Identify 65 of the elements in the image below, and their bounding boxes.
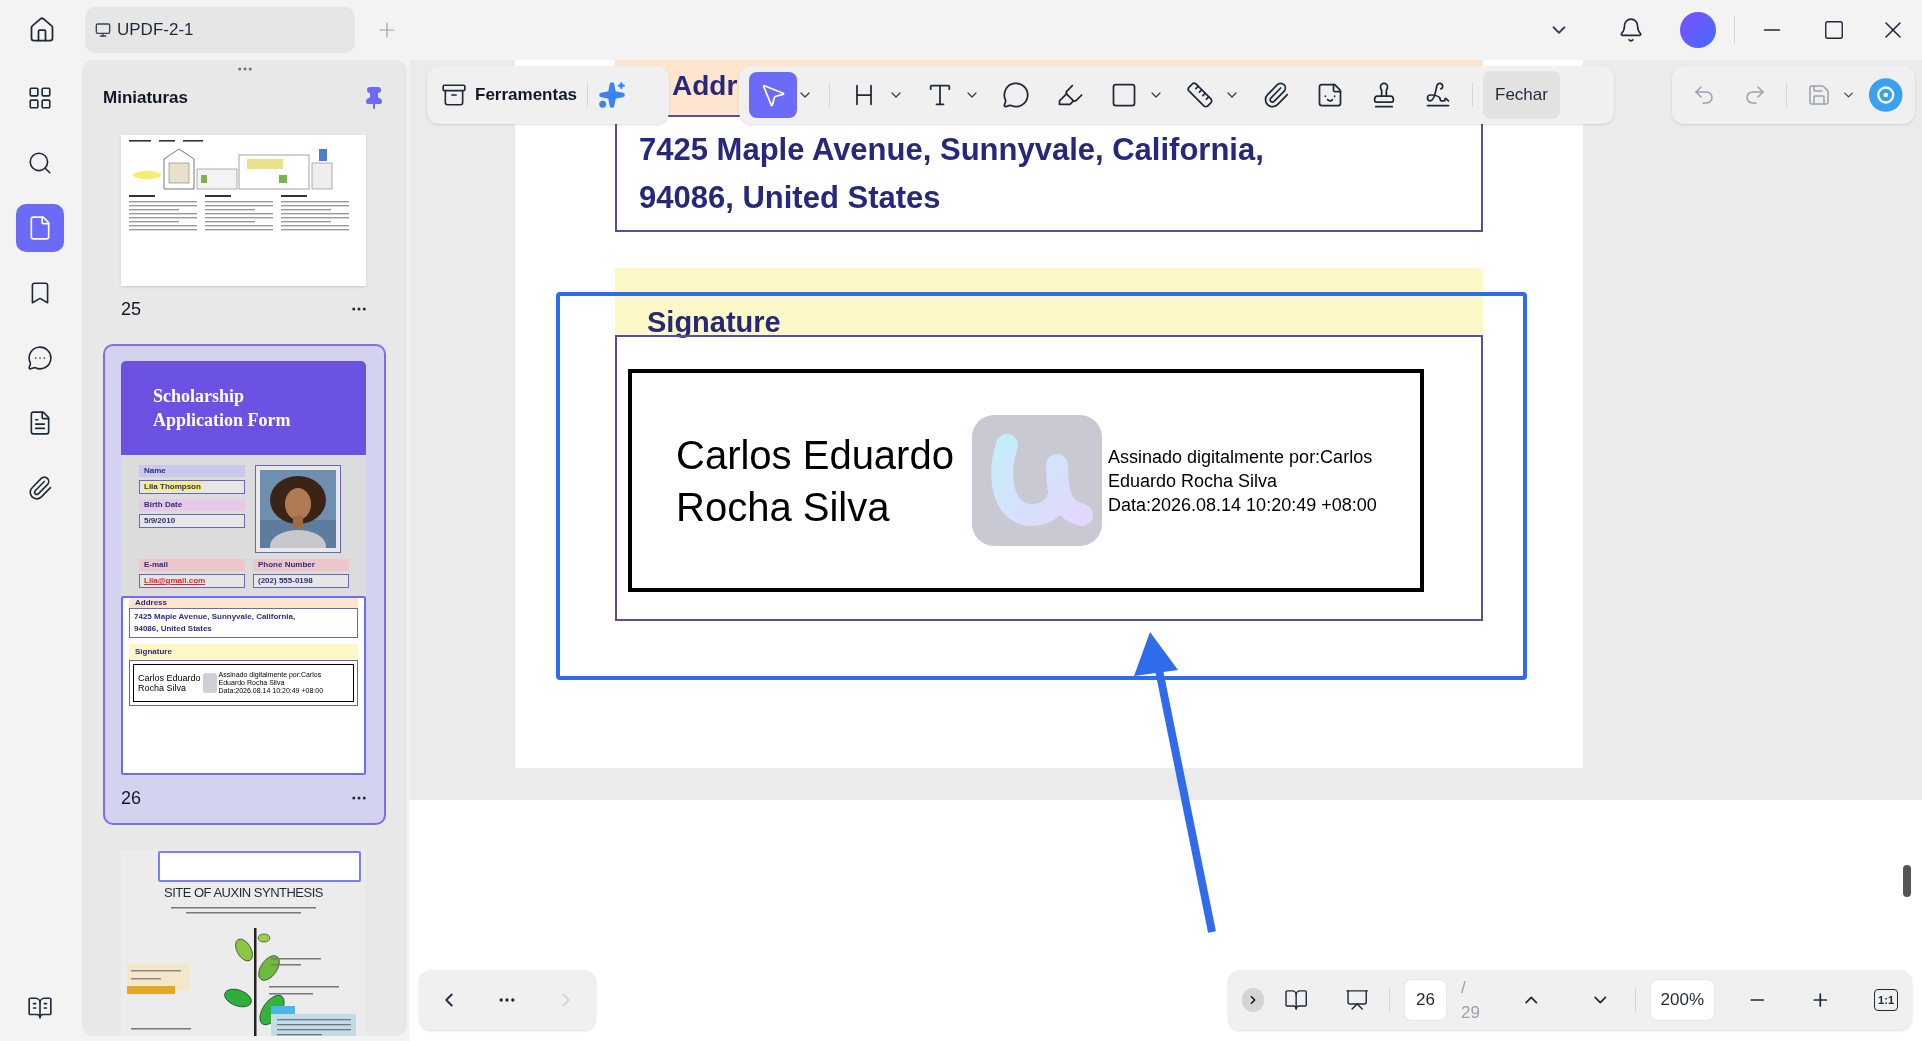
signature-icon bbox=[1424, 81, 1452, 109]
form-title: Scholarship bbox=[153, 385, 246, 408]
signature-logo-icon bbox=[202, 673, 217, 693]
ai-sparkle-icon[interactable] bbox=[598, 81, 627, 109]
thumbnail-title: SITE OF AUXIN SYNTHESIS bbox=[163, 884, 324, 902]
grid-icon bbox=[27, 85, 53, 111]
signer-name: Carlos Eduardo bbox=[676, 431, 955, 479]
book-icon[interactable] bbox=[27, 995, 53, 1021]
field-value: (202) 555-0198 bbox=[253, 574, 349, 588]
signature-details: Eduardo Rocha Silva bbox=[1108, 469, 1279, 493]
form-title: Application Form bbox=[153, 409, 292, 432]
address-text: 94086, United States bbox=[639, 178, 942, 217]
save-icon bbox=[1807, 83, 1831, 107]
signature-logo-icon bbox=[972, 415, 1102, 546]
home-icon[interactable] bbox=[28, 16, 56, 44]
page-number: 25 bbox=[121, 297, 142, 321]
zoom-field[interactable]: 200% bbox=[1649, 979, 1715, 1021]
address-text: 94086, United States bbox=[134, 623, 213, 635]
attachment-icon bbox=[1262, 81, 1290, 109]
signature-details: Assinado digitalmente por:Carlos bbox=[1108, 445, 1374, 469]
field-value: Lila Thompson bbox=[139, 480, 245, 494]
comment-icon bbox=[27, 345, 53, 371]
comment-icon bbox=[1002, 81, 1030, 109]
page-total: / 29 bbox=[1461, 976, 1481, 1024]
signature-details: Data:2026.08.14 10:20:49 +08:00 bbox=[1108, 493, 1377, 517]
close-tools-button[interactable]: Fechar bbox=[1483, 71, 1560, 119]
avatar[interactable] bbox=[1680, 12, 1716, 48]
field-value: 5/9/2010 bbox=[139, 514, 245, 528]
sticker-icon bbox=[1316, 81, 1344, 109]
address-text: 7425 Maple Avenue, Sunnyvale, California, bbox=[639, 130, 1265, 169]
field-label: Birth Date bbox=[139, 499, 245, 511]
maximize-icon[interactable] bbox=[1823, 19, 1845, 41]
ai-assistant-icon[interactable] bbox=[1867, 76, 1903, 114]
expand-button[interactable] bbox=[1242, 988, 1265, 1012]
field-label: Phone Number bbox=[253, 559, 349, 571]
field-label: Address bbox=[129, 598, 358, 608]
signer-name: Carlos Eduardo bbox=[138, 673, 201, 683]
reading-mode-icon[interactable] bbox=[1284, 987, 1309, 1013]
pointer-tool-button[interactable] bbox=[749, 72, 797, 118]
toolbox-icon bbox=[441, 82, 467, 108]
thumbnail-card[interactable] bbox=[103, 344, 386, 825]
field-label: E-mail bbox=[139, 559, 245, 571]
field-label: Name bbox=[139, 465, 245, 477]
rectangle-icon bbox=[1110, 81, 1138, 109]
field-label: Signature bbox=[129, 644, 358, 660]
presentation-icon[interactable] bbox=[1344, 987, 1369, 1013]
ruler-icon bbox=[1186, 81, 1214, 109]
notification-icon[interactable] bbox=[1618, 17, 1644, 43]
search-icon bbox=[27, 150, 53, 176]
page-number: 26 bbox=[121, 786, 142, 810]
paperclip-icon bbox=[27, 475, 53, 501]
tools-button[interactable]: Ferramentas bbox=[441, 82, 578, 108]
page-thumbnail[interactable]: SITE OF AUXIN SYNTHESIS bbox=[121, 850, 366, 1036]
page-thumbnail[interactable] bbox=[121, 135, 366, 286]
signer-name: Rocha Silva bbox=[676, 483, 891, 531]
monitor-icon bbox=[95, 22, 111, 38]
scrollbar-thumb[interactable] bbox=[1903, 865, 1911, 897]
panel-title: Miniaturas bbox=[103, 87, 189, 110]
address-text: 7425 Maple Avenue, Sunnyvale, California, bbox=[134, 611, 297, 623]
field-value: Lila@gmail.com bbox=[139, 574, 245, 588]
actual-size-button[interactable]: 1:1 bbox=[1874, 989, 1898, 1011]
page-number-field[interactable]: 26 bbox=[1403, 979, 1447, 1021]
page-thumbnail[interactable] bbox=[121, 361, 366, 775]
signer-name: Rocha Silva bbox=[138, 683, 188, 693]
document-tab[interactable]: UPDF-2-1 bbox=[85, 7, 355, 53]
